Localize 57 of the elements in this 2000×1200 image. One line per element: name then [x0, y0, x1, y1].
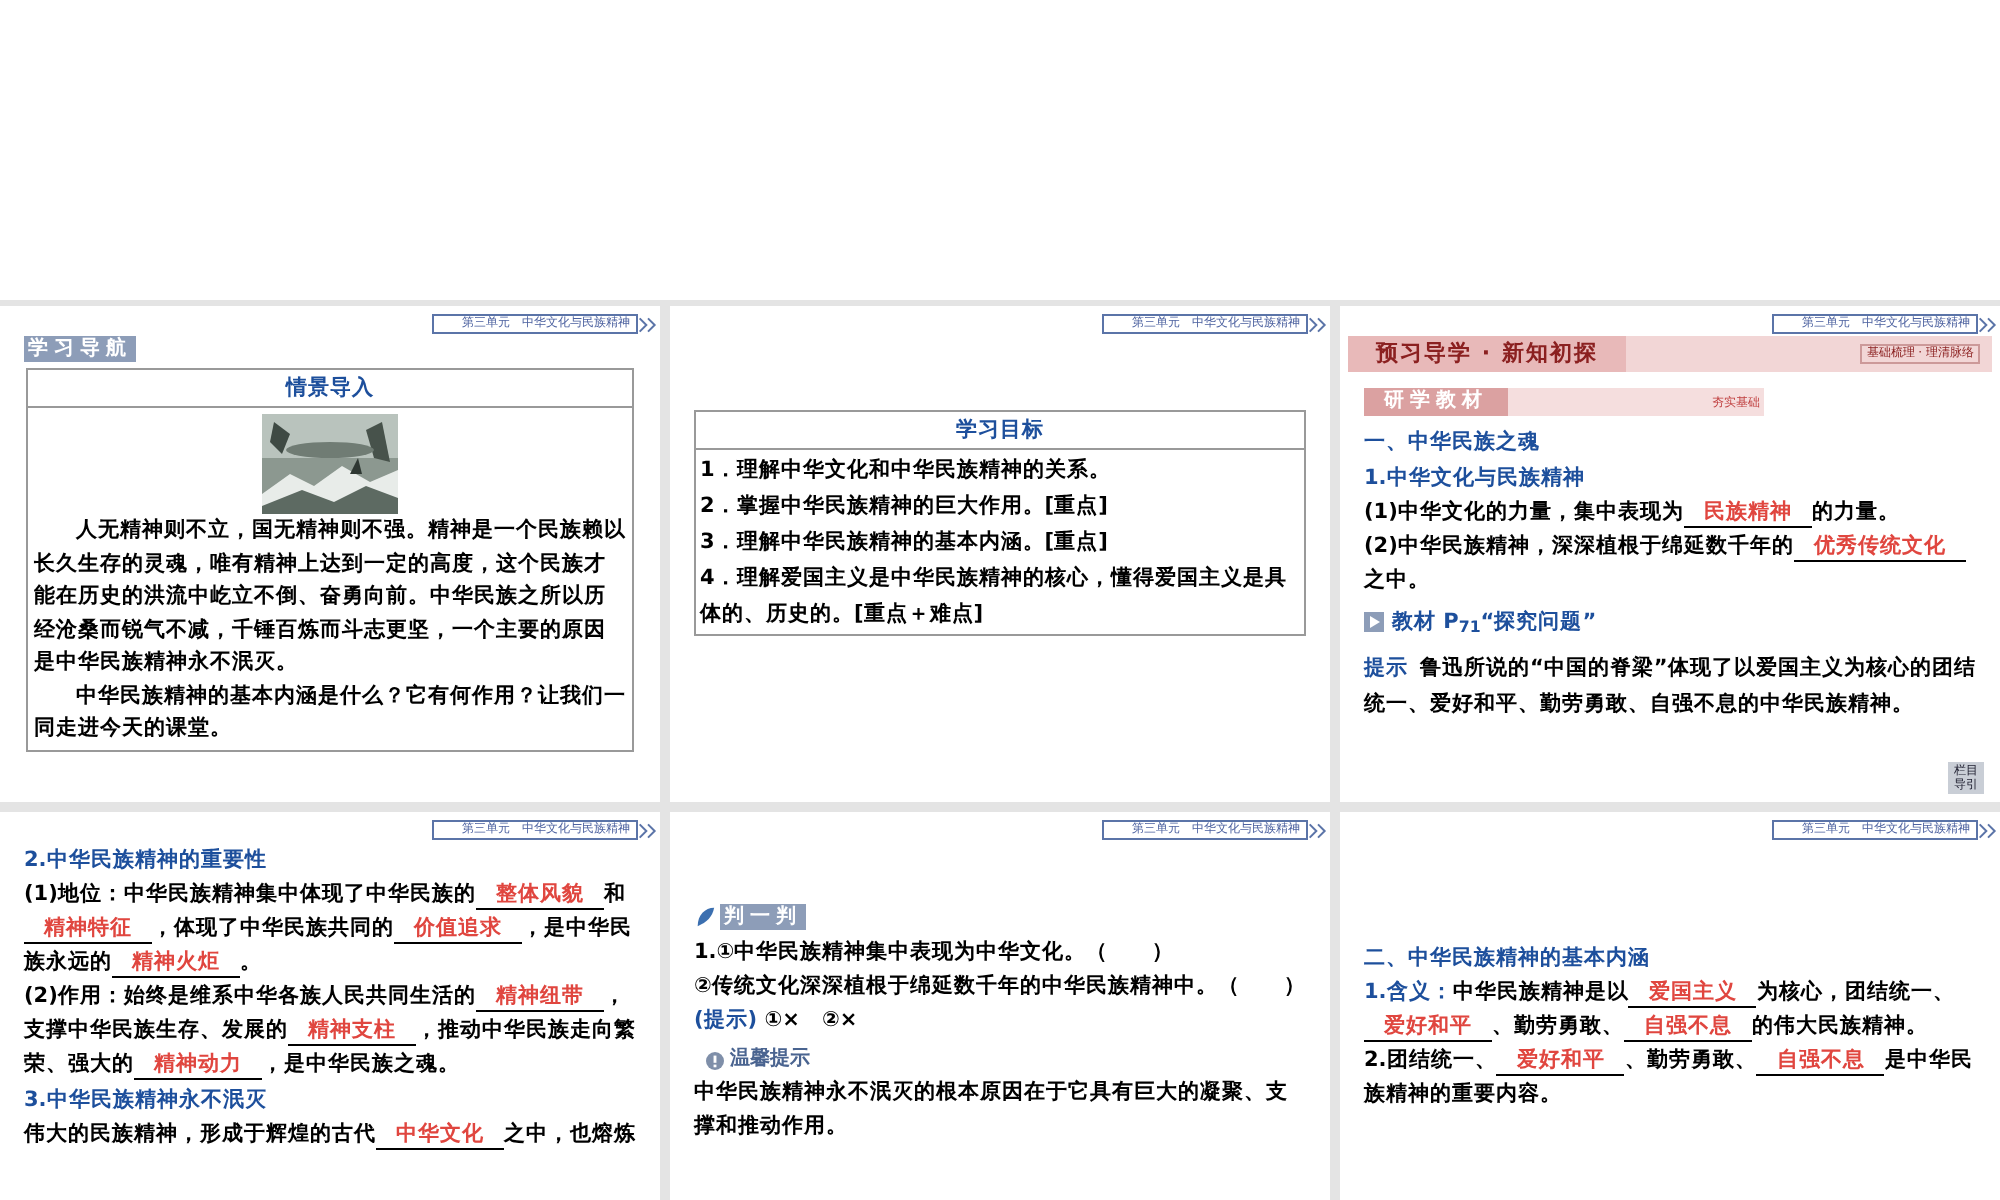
fill-in-line: 价值追求: [394, 914, 522, 944]
fill-in-line: 精神动力: [134, 1050, 262, 1080]
paragraph: (2)中华民族精神，深深植根于绵延数千年的 优秀传统文化 之中。: [1364, 530, 1976, 598]
paragraph: (1)地位：中华民族精神集中体现了中华民族的 整体风貌 和 精神特征 ，体现了中华民族共同的 价值追求 ，是中华民族永远的 精神火炬 。: [24, 878, 634, 980]
goal-item: 1．理解中华文化和中华民族精神的关系。: [700, 456, 1113, 486]
chevron-icon: [638, 821, 658, 839]
fill-in-line: 精神支柱: [288, 1016, 416, 1046]
section-badge: 判一判: [720, 904, 806, 930]
leaf-icon: [694, 906, 716, 928]
exclamation-icon: [706, 1051, 724, 1069]
paragraph: 1.①中华民族精神集中表现为中华文化。（ ）: [694, 938, 1177, 968]
paragraph: 1.含义：中华民族精神是以 爱国主义 为核心，团结统一、 爱好和平 、勤劳勇敢、 自强不息 的伟大民族精神。: [1364, 976, 1957, 1044]
fill-in-line: 民族精神: [1683, 498, 1812, 528]
chevron-icon: [1978, 821, 1998, 839]
section-badge: 学习导航: [24, 336, 136, 362]
paragraph: 2.团结统一、 爱好和平 、勤劳勇敢、 自强不息 是中华民族精神的重要内容。: [1364, 1044, 1975, 1110]
fill-in-line: 整体风貌: [475, 880, 604, 910]
slide[interactable]: [1340, 306, 2000, 802]
table-title: 学习目标: [696, 412, 1304, 450]
goal-item: 3．理解中华民族精神的基本内涵。[重点]: [700, 528, 1110, 558]
fill-in-line: 自强不息: [1624, 1012, 1752, 1042]
notice-title: 温馨提示: [730, 1045, 810, 1074]
fill-in-line: 爱国主义: [1628, 978, 1757, 1008]
fill-in-line: 爱好和平: [1496, 1046, 1625, 1076]
paragraph: 中华民族精神永不泯灭的根本原因在于它具有巨大的凝聚、支撑和推动作用。: [694, 1077, 1290, 1142]
fill-in-line: 优秀传统文化: [1793, 532, 1966, 562]
fill-in-line: 精神纽带: [475, 982, 604, 1012]
paragraph: (2)作用：始终是维系中华各族人民共同生活的 精神纽带 ，支撑中华民族生存、发展的 精神支柱 ，推动中华民族走向繁荣、强大的 精神动力 ，是中华民族之魂。: [24, 980, 636, 1082]
paragraph: (提示) ①× ②×: [694, 1006, 860, 1036]
fill-in-line: 精神火炬: [112, 948, 240, 978]
section-heading: 一、中华民族之魂: [1364, 428, 1542, 458]
goal-item: 4．理解爱国主义是中华民族精神的核心，懂得爱国主义是具体的、历史的。[重点＋难点]: [700, 563, 1289, 630]
paragraph: 中华民族精神的基本内涵是什么？它有何作用？让我们一同走进今天的课堂。: [34, 681, 626, 744]
chevron-icon: [638, 315, 658, 333]
table-title: 情景导入: [28, 370, 632, 408]
paragraph: (1)中华文化的力量，集中表现为 民族精神 的力量。: [1364, 496, 1902, 530]
goal-item: 2．掌握中华民族精神的巨大作用。[重点]: [700, 492, 1110, 522]
fill-in-line: 爱好和平: [1364, 1012, 1492, 1042]
fill-in-line: 自强不息: [1756, 1046, 1885, 1076]
section-heading: 1.中华文化与民族精神: [1364, 464, 1587, 494]
section-heading: 3.中华民族精神永不泯灭: [24, 1085, 269, 1116]
section-heading: 二、中华民族精神的基本内涵: [1364, 944, 1652, 974]
chevron-icon: [1308, 821, 1328, 839]
banner-title: 预习导学 · 新知初探: [1348, 336, 1626, 372]
paragraph: 人无精神则不立，国无精神则不强。精神是一个民族赖以长久生存的灵魂，唯有精神上达到一定的高度，这个民族才能在历史的洪流中屹立不倒、奋勇向前。中华民族之所以历经沧桑而锐气不减，千锤百炼而斗志更坚，一个主要的原因是中华民族精神永不泯灭。: [34, 515, 626, 678]
source-title: 教材 P$_{71}$“探究问题”: [1392, 608, 1597, 640]
chevron-icon: [1978, 315, 1998, 333]
paragraph: ②传统文化深深植根于绵延数千年的中华民族精神中。（ ）: [694, 972, 1306, 1002]
play-icon: [1364, 612, 1384, 632]
section-heading: 2.中华民族精神的重要性: [24, 846, 269, 876]
sub-banner-title: 研学教材: [1364, 388, 1508, 416]
paragraph: 伟大的民族精神，形成于辉煌的古代 中华文化 之中，也熔炼: [24, 1118, 636, 1152]
fill-in-line: 精神特征: [24, 914, 152, 944]
chevron-icon: [1308, 315, 1328, 333]
fill-in-line: 中华文化: [376, 1120, 504, 1150]
slide[interactable]: [0, 812, 660, 1200]
tip-text: 提示 鲁迅所说的“中国的脊梁”体现了以爱国主义为核心的团结统一、爱好和平、勤劳勇敢、自强不息的中华民族精神。: [1364, 653, 1976, 720]
